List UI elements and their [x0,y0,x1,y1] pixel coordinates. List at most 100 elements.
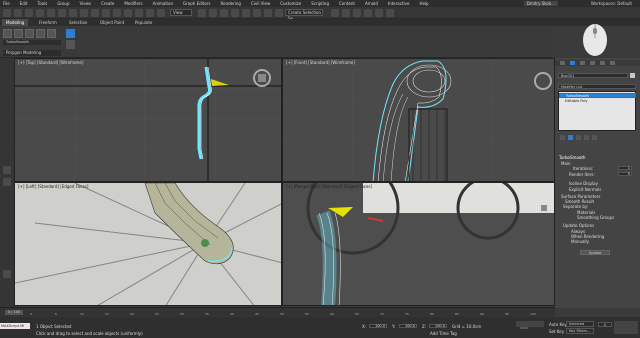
tab-object-paint[interactable]: Object Paint [96,19,128,26]
object-color-swatch[interactable] [630,73,635,78]
x-coordinate-field[interactable]: 100.0 [369,324,387,328]
angle-snap-icon[interactable] [209,9,217,17]
render-iters-spinner[interactable]: 0 [618,172,632,176]
tab-freeform[interactable]: Freeform [35,19,61,26]
menu-item-create[interactable]: Create [101,1,114,6]
time-slider[interactable]: 0 / 100 [5,310,23,315]
render-frame-icon[interactable] [375,9,383,17]
pin-stack-icon[interactable] [66,29,75,38]
undo-icon[interactable] [3,9,11,17]
maxscript-listener[interactable]: MAXScript Mi [0,323,30,329]
user-account[interactable]: Dmitry Skok... [523,1,558,6]
menu-item-group[interactable]: Group [57,1,69,6]
layout-tab-icon[interactable] [3,178,11,186]
auto-key-button[interactable]: Auto Key [549,322,567,327]
modify-mode-icon[interactable] [3,29,12,38]
update-button[interactable]: Update [580,250,610,255]
make-unique-icon[interactable] [576,135,581,140]
menu-item-content[interactable]: Content [339,1,355,6]
menu-item-rendering[interactable]: Rendering [221,1,241,6]
render-setup-icon[interactable] [364,9,372,17]
percent-snap-icon[interactable] [220,9,228,17]
add-time-tag[interactable]: Add Time Tag [430,331,457,336]
z-coordinate-field[interactable]: 100.0 [429,324,447,328]
iterations-spinner[interactable]: 1 [618,166,632,170]
remove-modifier-icon[interactable] [584,135,589,140]
reference-coordinate-dropdown[interactable]: View [170,9,192,16]
select-by-name-icon[interactable] [80,9,88,17]
menu-item-graph-editors[interactable]: Graph Editors [183,1,210,6]
tab-populate[interactable]: Populate [131,19,156,26]
selection-filter-icon[interactable] [58,9,66,17]
ribbon-modifier-item[interactable]: TurboSmooth [3,40,61,45]
schematic-icon[interactable] [342,9,350,17]
create-tab-icon[interactable] [560,61,565,65]
vertex-icon[interactable] [14,29,23,38]
viewport-label-left[interactable]: [+] [Left] [Standard] [Edged Faces] [18,184,88,189]
manually-radio[interactable]: Manually [571,239,589,244]
link-icon[interactable] [25,9,33,17]
redo-icon[interactable] [14,9,22,17]
menu-item-file[interactable]: File [3,1,10,6]
move-icon[interactable] [113,9,121,17]
scale-icon[interactable] [135,9,143,17]
modify-tab-icon[interactable] [570,61,575,65]
placement-icon[interactable] [146,9,154,17]
render-icon[interactable] [386,9,394,17]
stack-item-turbosmooth[interactable]: TurboSmooth [559,93,636,98]
edge-icon[interactable] [25,29,34,38]
polygon-modeling-panel[interactable]: Polygon Modeling [3,50,61,56]
explicit-normals-checkbox[interactable]: Explicit Normals [569,187,601,192]
bind-space-warp-icon[interactable] [47,9,55,17]
border-icon[interactable] [36,29,45,38]
viewport-perspective[interactable]: [+] [Perspective] [Standard] [Edged Face… [282,182,555,306]
menu-item-customize[interactable]: Customize [280,1,301,6]
show-end-result-icon[interactable] [66,40,75,49]
viewport-label-perspective[interactable]: [+] [Perspective] [Standard] [Edged Face… [286,184,372,189]
menu-item-help[interactable]: Help [419,1,428,6]
menu-item-interactive[interactable]: Interactive [388,1,410,6]
viewport-front[interactable]: [+] [Front] [Standard] [Wireframe] [282,58,555,182]
layout-tab-icon[interactable] [3,270,11,278]
layout-tab-icon[interactable] [3,166,11,174]
select-object-icon[interactable] [69,9,77,17]
window-crossing-icon[interactable] [102,9,110,17]
spinner-snap-icon[interactable] [231,9,239,17]
utilities-tab-icon[interactable] [610,61,615,65]
pivot-icon[interactable] [157,9,165,17]
tab-selection[interactable]: Selection [65,19,91,26]
menu-item-civil-view[interactable]: Civil View [251,1,270,6]
configure-modifier-sets-icon[interactable] [592,135,597,140]
material-editor-icon[interactable] [353,9,361,17]
menu-item-tools[interactable]: Tools [37,1,47,6]
layer-icon[interactable] [264,9,272,17]
viewport-top[interactable]: [+] [Top] [Standard] [Wireframe] [14,58,282,182]
smoothing-groups-checkbox[interactable]: Smoothing Groups [577,215,614,220]
menu-item-animation[interactable]: Animation [153,1,173,6]
playback-controls[interactable] [516,321,544,327]
modifier-list-dropdown[interactable]: Modifier List [558,84,636,89]
key-filters-button[interactable]: Key Filters... [566,328,594,334]
display-tab-icon[interactable] [600,61,605,65]
viewport-left[interactable]: [+] [Left] [Standard] [Edged Faces] [14,182,282,306]
isoline-display-checkbox[interactable]: Isoline Display [569,181,598,186]
hierarchy-tab-icon[interactable] [580,61,585,65]
pin-stack-icon[interactable] [560,135,565,140]
unlink-icon[interactable] [36,9,44,17]
set-key-button[interactable]: Set Key [549,329,564,334]
curve-editor-icon[interactable] [331,9,339,17]
viewport-label-front[interactable]: [+] [Front] [Standard] [Wireframe] [286,60,355,65]
menu-item-scripting[interactable]: Scripting [311,1,329,6]
menu-item-views[interactable]: Views [80,1,92,6]
show-end-result-icon[interactable] [568,135,573,140]
mirror-icon[interactable] [242,9,250,17]
polygon-icon[interactable] [47,29,56,38]
viewport-label-top[interactable]: [+] [Top] [Standard] [Wireframe] [18,60,83,65]
stack-item-editable-poly[interactable]: Editable Poly [559,99,636,104]
rectangle-select-icon[interactable] [91,9,99,17]
tab-modeling[interactable]: Modeling [2,19,29,26]
rotate-icon[interactable] [124,9,132,17]
align-icon[interactable] [253,9,261,17]
scene-explorer-icon[interactable] [275,9,283,17]
current-frame-field[interactable]: 0 [598,322,612,327]
